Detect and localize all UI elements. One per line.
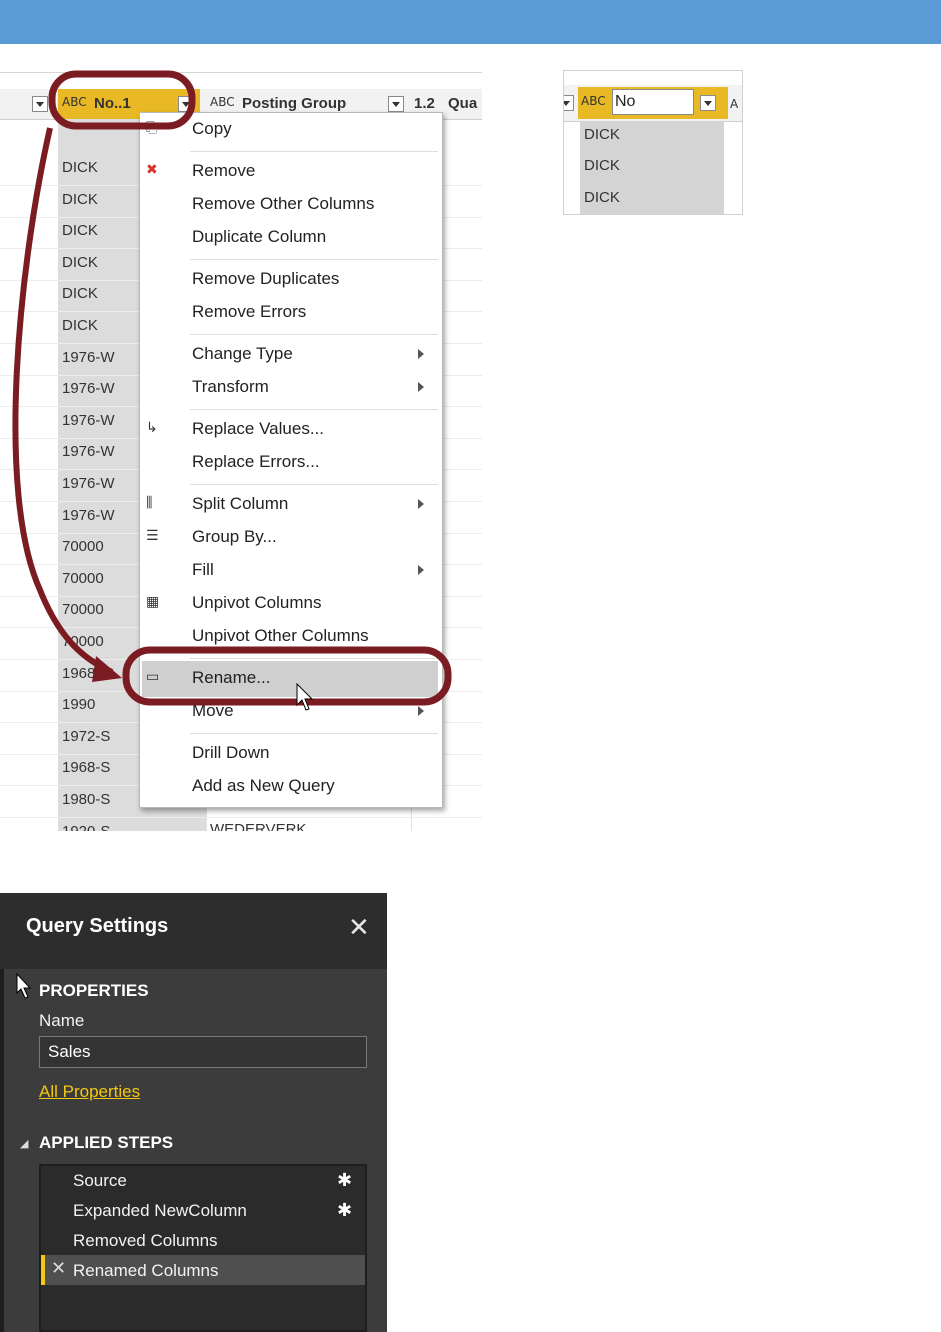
column-filter-dropdown[interactable] xyxy=(564,95,574,111)
gear-icon[interactable]: ✱ xyxy=(337,1200,352,1221)
step-expanded-newcolumn[interactable]: Expanded NewColumn xyxy=(73,1201,247,1221)
mouse-cursor-icon xyxy=(296,683,314,711)
rename-preview: ABC No A DICK DICK DICK xyxy=(563,70,743,215)
table-cell[interactable]: 1980-S xyxy=(62,791,110,808)
column-rename-input[interactable]: No xyxy=(612,89,694,115)
annotation-overlay xyxy=(12,70,452,706)
query-settings-header: Query Settings ✕ xyxy=(0,893,387,969)
query-name-input[interactable]: Sales xyxy=(39,1036,367,1068)
top-banner xyxy=(0,0,941,44)
table-cell: DICK xyxy=(584,189,620,206)
applied-steps-heading[interactable]: APPLIED STEPS xyxy=(39,1133,173,1153)
table-cell: DICK xyxy=(584,157,620,174)
arrow-head xyxy=(92,656,122,682)
applied-steps-list: Source ✱ Expanded NewColumn ✱ Removed Co… xyxy=(39,1164,367,1332)
collapse-triangle-icon[interactable]: ◢ xyxy=(20,1137,28,1150)
mouse-cursor-icon xyxy=(16,973,32,999)
query-settings-panel: Query Settings ✕ PROPERTIES Name Sales A… xyxy=(0,893,387,1332)
gear-icon[interactable]: ✱ xyxy=(337,1170,352,1191)
all-properties-link[interactable]: All Properties xyxy=(39,1082,140,1102)
rename-highlight-ring xyxy=(122,646,452,706)
text-type-icon: ABC xyxy=(581,94,606,108)
close-icon[interactable]: ✕ xyxy=(348,913,370,943)
properties-heading[interactable]: PROPERTIES xyxy=(39,981,149,1001)
table-cell[interactable]: 1920-S xyxy=(62,823,110,831)
table-cell: DICK xyxy=(584,126,620,143)
table-cell: WEDERVERK xyxy=(210,821,307,831)
table-cell[interactable]: 1972-S xyxy=(62,728,110,745)
selected-step-indicator xyxy=(41,1255,45,1285)
annotation-arrow xyxy=(12,127,114,675)
next-column-type-icon: A xyxy=(730,97,739,111)
step-source[interactable]: Source xyxy=(73,1171,127,1191)
preview-filter-dropdown[interactable] xyxy=(700,95,716,111)
step-removed-columns[interactable]: Removed Columns xyxy=(73,1231,218,1251)
table-cell[interactable]: 1968-S xyxy=(62,759,110,776)
name-label: Name xyxy=(39,1011,85,1030)
menu-item-add-as-new-query[interactable]: Add as New Query xyxy=(192,776,335,796)
menu-item-drill-down[interactable]: Drill Down xyxy=(192,743,269,763)
row-divider xyxy=(0,817,482,818)
menu-separator xyxy=(190,733,438,734)
header-highlight-ring xyxy=(48,70,196,130)
delete-step-icon[interactable]: ✕ xyxy=(51,1258,66,1279)
step-renamed-columns[interactable]: Renamed Columns xyxy=(73,1261,219,1281)
panel-title: Query Settings xyxy=(26,915,169,937)
